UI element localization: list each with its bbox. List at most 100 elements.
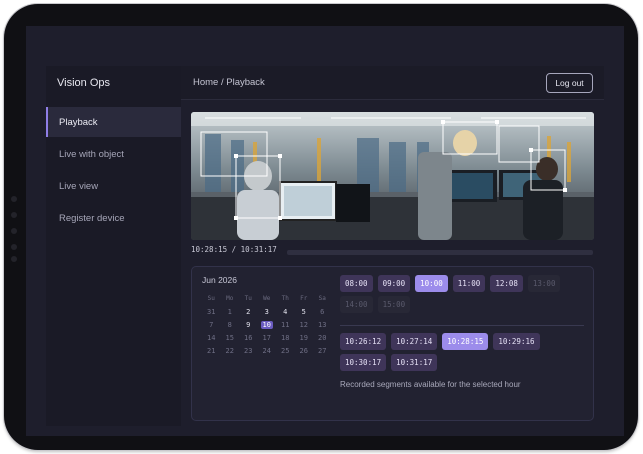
segment-chip[interactable]: 10:30:17	[340, 354, 387, 371]
app-screen: Vision Ops Playback Live with object Liv…	[26, 26, 624, 436]
video-player[interactable]	[191, 112, 594, 240]
segment-chip[interactable]: 10:29:16	[493, 333, 540, 350]
weekday-label: We	[263, 295, 271, 302]
calendar-day[interactable]: 7	[202, 318, 221, 331]
hour-chip[interactable]: 09:00	[377, 275, 411, 292]
hour-chip[interactable]: 11:00	[452, 275, 486, 292]
calendar-day[interactable]: 8	[221, 318, 240, 331]
calendar-day[interactable]: 2	[239, 305, 258, 318]
tablet-frame: Vision Ops Playback Live with object Liv…	[4, 4, 638, 450]
calendar-day-label: 27	[318, 346, 327, 355]
calendar-day[interactable]: 11	[276, 318, 295, 331]
calendar-day[interactable]: 4	[276, 305, 295, 318]
calendar-day[interactable]: 15	[221, 331, 240, 344]
calendar-day[interactable]: 16	[239, 331, 258, 344]
hour-chip[interactable]: 10:00	[415, 275, 448, 292]
calendar-day-label: 8	[227, 320, 232, 329]
calendar-day[interactable]: 6	[313, 305, 332, 318]
calendar-day[interactable]: 31	[202, 305, 221, 318]
calendar-day-label: 1	[227, 307, 232, 316]
calendar-day-label: 17	[262, 333, 271, 342]
seek-bar[interactable]	[287, 250, 593, 255]
calendar-day-label: 25	[281, 346, 290, 355]
sensor-dot-icon	[11, 256, 17, 262]
calendar-day-label: 7	[209, 320, 214, 329]
segment-selector: 10:26:12 10:27:14 10:28:15 10:29:16 10:30:17…	[340, 333, 585, 375]
hour-chip: 15:00	[377, 296, 411, 313]
weekday-label: Mo	[226, 295, 234, 302]
calendar-day[interactable]: 1	[221, 305, 240, 318]
sidebar-item-playback[interactable]: Playback	[46, 107, 181, 137]
calendar-day[interactable]: 14	[202, 331, 221, 344]
calendar-day-label: 10	[260, 320, 273, 329]
calendar-day-label: 26	[299, 346, 308, 355]
calendar-day[interactable]: 27	[313, 344, 332, 357]
calendar-day[interactable]: 10	[258, 318, 277, 331]
calendar-day[interactable]: 19	[295, 331, 314, 344]
weekday-label: Su	[207, 295, 215, 302]
recording-picker-panel: Jun 2026 Su Mo Tu We Th Fr Sa 31 1 2 3 4 5 6 7 8…	[191, 266, 594, 421]
calendar-day[interactable]: 22	[221, 344, 240, 357]
camera-dot-icon	[11, 196, 17, 202]
calendar-day[interactable]: 25	[276, 344, 295, 357]
calendar-day[interactable]: 13	[313, 318, 332, 331]
weekday-label: Tu	[244, 295, 252, 302]
top-bar: Home / Playback Log out	[181, 66, 604, 100]
calendar-day[interactable]: 9	[239, 318, 258, 331]
segment-chip[interactable]: 10:27:14	[391, 333, 438, 350]
calendar-day-label: 15	[225, 333, 234, 342]
weekday-label: Sa	[318, 295, 326, 302]
breadcrumb: Home / Playback	[193, 77, 265, 88]
segment-chip[interactable]: 10:28:15	[442, 333, 489, 350]
calendar-grid: Su Mo Tu We Th Fr Sa 31 1 2 3 4 5 6 7 8 9 10 11 12 13…	[202, 292, 332, 357]
hour-chip: 13:00	[527, 275, 561, 292]
calendar-day-label: 3	[264, 307, 269, 316]
date-calendar: Jun 2026 Su Mo Tu We Th Fr Sa 31 1 2 3 4 5 6 7 8…	[202, 275, 332, 357]
hour-chip[interactable]: 12:08	[490, 275, 523, 292]
calendar-day-label: 23	[244, 346, 253, 355]
calendar-day[interactable]: 24	[258, 344, 277, 357]
calendar-day[interactable]: 5	[295, 305, 314, 318]
brand-title: Vision Ops	[57, 77, 110, 89]
camera-lens-icon	[11, 228, 17, 234]
calendar-day[interactable]: 12	[295, 318, 314, 331]
calendar-day-label: 18	[281, 333, 290, 342]
logout-button[interactable]: Log out	[546, 73, 593, 93]
calendar-day[interactable]: 18	[276, 331, 295, 344]
calendar-day-label: 20	[318, 333, 327, 342]
calendar-month: Jun 2026	[202, 275, 237, 285]
video-frame	[191, 112, 594, 240]
calendar-day-label: 12	[299, 320, 308, 329]
calendar-day-label: 6	[320, 307, 325, 316]
hour-chip[interactable]: 08:00	[340, 275, 373, 292]
playback-timebar: 10:28:15 / 10:31:17	[191, 244, 594, 258]
app-window: Vision Ops Playback Live with object Liv…	[46, 66, 604, 426]
calendar-day[interactable]: 23	[239, 344, 258, 357]
calendar-day-label: 5	[301, 307, 306, 316]
calendar-day-label: 16	[244, 333, 253, 342]
segment-chip[interactable]: 10:26:12	[340, 333, 387, 350]
sidebar-nav: Playback Live with object Live view Regi…	[46, 107, 181, 235]
sidebar-item-label: Register device	[59, 212, 125, 224]
calendar-day[interactable]: 20	[313, 331, 332, 344]
weekday-label: Fr	[300, 295, 308, 302]
calendar-day-label: 13	[318, 320, 327, 329]
calendar-day-label: 14	[207, 333, 216, 342]
calendar-day[interactable]: 3	[258, 305, 277, 318]
calendar-day-label: 19	[299, 333, 308, 342]
calendar-day-label: 21	[207, 346, 216, 355]
segment-chip[interactable]: 10:31:17	[391, 354, 438, 371]
sidebar-item-register-device[interactable]: Register device	[46, 203, 181, 233]
calendar-day[interactable]: 21	[202, 344, 221, 357]
sidebar-item-label: Playback	[59, 116, 98, 128]
calendar-day-label: 24	[262, 346, 271, 355]
timecode: 10:28:15 / 10:31:17	[191, 245, 277, 254]
sidebar-item-live-with-object[interactable]: Live with object	[46, 139, 181, 169]
sidebar-item-label: Live with object	[59, 148, 124, 160]
calendar-day[interactable]: 26	[295, 344, 314, 357]
weekday-label: Th	[281, 295, 289, 302]
sidebar-item-live-view[interactable]: Live view	[46, 171, 181, 201]
calendar-day[interactable]: 17	[258, 331, 277, 344]
hour-chip: 14:00	[340, 296, 373, 313]
calendar-day-label: 9	[246, 320, 251, 329]
